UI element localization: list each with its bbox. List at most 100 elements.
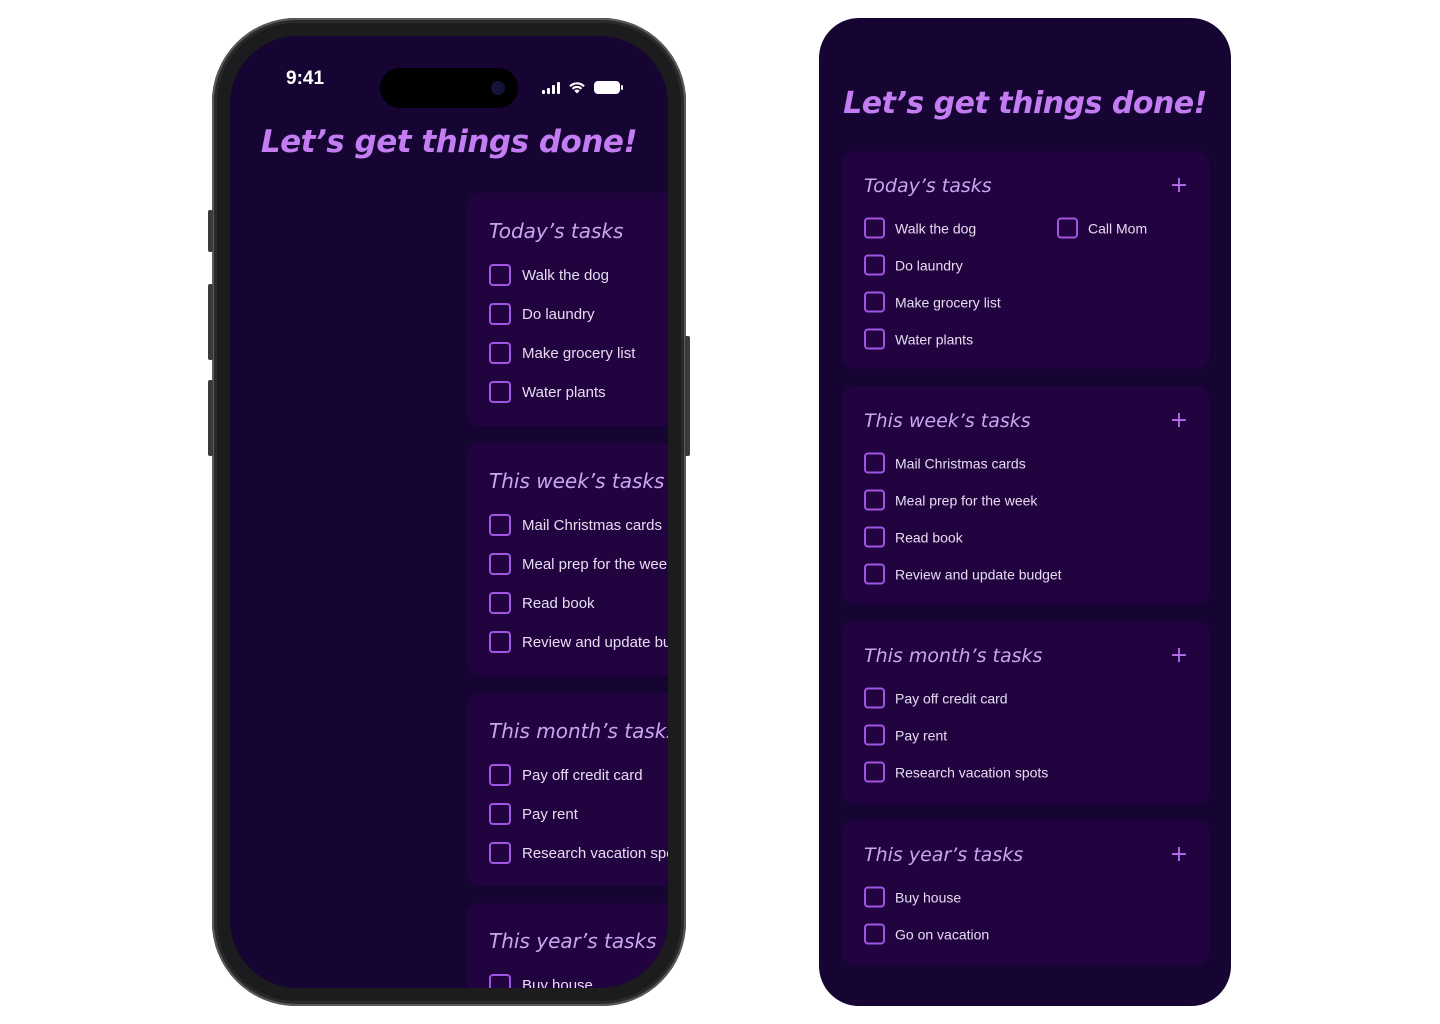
task-checkbox[interactable] <box>489 553 511 575</box>
task-card-this-months-tasks: This month’s tasks+Pay off credit cardPa… <box>467 693 668 886</box>
task-label: Make grocery list <box>522 344 636 362</box>
task-item-make-grocery-list[interactable]: Make grocery list <box>489 342 635 364</box>
add-task-button[interactable]: + <box>1169 410 1189 432</box>
task-item-go-on-vacation[interactable]: Go on vacation <box>864 923 990 945</box>
add-task-button[interactable]: + <box>1169 173 1189 198</box>
task-checkbox[interactable] <box>864 886 885 908</box>
phone-mockup: 9:41 Let’s get things done! Today’s task… <box>208 18 690 1006</box>
task-item-read-book[interactable]: Read book <box>864 526 963 548</box>
task-checkbox[interactable] <box>864 291 885 313</box>
task-checkbox[interactable] <box>489 342 511 364</box>
task-checkbox[interactable] <box>864 254 885 276</box>
task-checkbox[interactable] <box>864 724 885 746</box>
task-card-this-months-tasks: This month’s tasks+Pay off credit cardPa… <box>842 621 1209 804</box>
todo-app: Let’s get things done! Today’s tasks+Wal… <box>819 18 1231 1006</box>
task-item-review-and-update-budget[interactable]: Review and update budget <box>489 631 668 653</box>
task-item-walk-the-dog[interactable]: Walk the dog <box>489 264 609 286</box>
task-item-meal-prep-for-the-week[interactable]: Meal prep for the week <box>864 489 1038 511</box>
task-item-buy-house[interactable]: Buy house <box>864 886 962 908</box>
task-item-pay-rent[interactable]: Pay rent <box>489 803 578 825</box>
task-item-meal-prep-for-the-week[interactable]: Meal prep for the week <box>489 553 668 575</box>
task-label: Review and update budget <box>522 633 668 651</box>
card-title: This week’s tasks <box>864 410 1031 432</box>
task-checkbox[interactable] <box>864 328 885 350</box>
task-checkbox[interactable] <box>864 923 885 945</box>
task-label: Mail Christmas cards <box>522 516 663 534</box>
task-checkbox[interactable] <box>864 489 885 511</box>
task-item-water-plants[interactable]: Water plants <box>864 328 973 350</box>
task-checkbox[interactable] <box>489 803 511 825</box>
task-item-pay-off-credit-card[interactable]: Pay off credit card <box>864 687 1008 709</box>
task-card-todays-tasks: Today’s tasks+Walk the dogCall MomDo lau… <box>467 193 668 426</box>
task-label: Read book <box>895 529 963 545</box>
todo-app: Let’s get things done! Today’s tasks+Wal… <box>230 36 668 988</box>
card-title: This week’s tasks <box>489 469 665 493</box>
card-title: This month’s tasks <box>489 719 668 743</box>
card-title: This year’s tasks <box>489 929 657 953</box>
task-item-water-plants[interactable]: Water plants <box>489 381 606 403</box>
task-checkbox[interactable] <box>864 761 885 783</box>
plus-icon: + <box>1169 643 1189 668</box>
task-label: Walk the dog <box>522 266 609 284</box>
task-checkbox[interactable] <box>489 381 511 403</box>
task-item-walk-the-dog[interactable]: Walk the dog <box>864 217 977 239</box>
task-item-do-laundry[interactable]: Do laundry <box>864 254 963 276</box>
task-label: Do laundry <box>522 305 595 323</box>
volume-down-button <box>208 380 213 456</box>
task-checkbox[interactable] <box>489 514 511 536</box>
task-label: Pay off credit card <box>522 766 643 784</box>
task-checkbox[interactable] <box>864 452 885 474</box>
volume-up-button <box>208 284 213 360</box>
task-card-this-years-tasks: This year’s tasks+Buy houseGo on vacatio… <box>467 903 668 988</box>
task-item-pay-off-credit-card[interactable]: Pay off credit card <box>489 764 643 786</box>
task-item-mail-christmas-cards[interactable]: Mail Christmas cards <box>489 514 662 536</box>
task-card-todays-tasks: Today’s tasks + Walk the dog Call Mom Do lau… <box>842 151 1209 369</box>
task-item-call-mom[interactable]: Call Mom <box>1057 217 1148 239</box>
task-checkbox[interactable] <box>489 303 511 325</box>
task-checkbox[interactable] <box>489 592 511 614</box>
task-checkbox[interactable] <box>864 526 885 548</box>
plus-icon: + <box>1169 173 1189 198</box>
task-label: Make grocery list <box>895 294 1001 310</box>
task-label: Pay rent <box>895 727 948 743</box>
add-task-button[interactable]: + <box>1169 844 1189 866</box>
task-item-mail-christmas-cards[interactable]: Mail Christmas cards <box>864 452 1026 474</box>
task-checkbox[interactable] <box>489 764 511 786</box>
task-card-this-weeks-tasks: This week’s tasks+Mail Christmas cardsMe… <box>467 443 668 676</box>
power-button <box>685 336 690 456</box>
task-label: Buy house <box>522 976 593 989</box>
task-label: Water plants <box>522 383 606 401</box>
task-checkbox[interactable] <box>489 974 511 988</box>
task-checkbox[interactable] <box>489 631 511 653</box>
task-item-read-book[interactable]: Read book <box>489 592 595 614</box>
task-label: Do laundry <box>895 257 963 273</box>
task-item-buy-house[interactable]: Buy house <box>489 974 593 988</box>
card-title: Today’s tasks <box>864 175 992 197</box>
task-label: Buy house <box>895 889 962 905</box>
task-label: Read book <box>522 594 595 612</box>
task-item-research-vacation-spots[interactable]: Research vacation spots <box>489 842 668 864</box>
task-checkbox[interactable] <box>864 563 885 585</box>
task-checkbox[interactable] <box>489 842 511 864</box>
task-item-do-laundry[interactable]: Do laundry <box>489 303 595 325</box>
task-item-make-grocery-list[interactable]: Make grocery list <box>864 291 1001 313</box>
task-checkbox[interactable] <box>864 217 885 239</box>
task-checkbox[interactable] <box>489 264 511 286</box>
task-label: Go on vacation <box>895 926 990 942</box>
task-item-pay-rent[interactable]: Pay rent <box>864 724 948 746</box>
task-checkbox[interactable] <box>1057 217 1078 239</box>
task-label: Research vacation spots <box>895 764 1049 780</box>
phone-screen: 9:41 Let’s get things done! Today’s task… <box>230 36 668 988</box>
card-title: Today’s tasks <box>489 219 624 243</box>
task-item-review-and-update-budget[interactable]: Review and update budget <box>864 563 1062 585</box>
app-preview-panel: Let’s get things done! Today’s tasks + Wal… <box>819 18 1231 1006</box>
task-card-this-weeks-tasks: This week’s tasks + Mail Christmas cards Me… <box>842 386 1209 604</box>
task-label: Walk the dog <box>895 220 977 236</box>
task-label: Meal prep for the week <box>895 492 1038 508</box>
task-item-research-vacation-spots[interactable]: Research vacation spots <box>864 761 1049 783</box>
task-label: Review and update budget <box>895 566 1062 582</box>
add-task-button[interactable]: + <box>1169 643 1189 668</box>
task-label: Pay off credit card <box>895 690 1008 706</box>
task-label: Call Mom <box>1088 220 1148 236</box>
task-checkbox[interactable] <box>864 687 885 709</box>
